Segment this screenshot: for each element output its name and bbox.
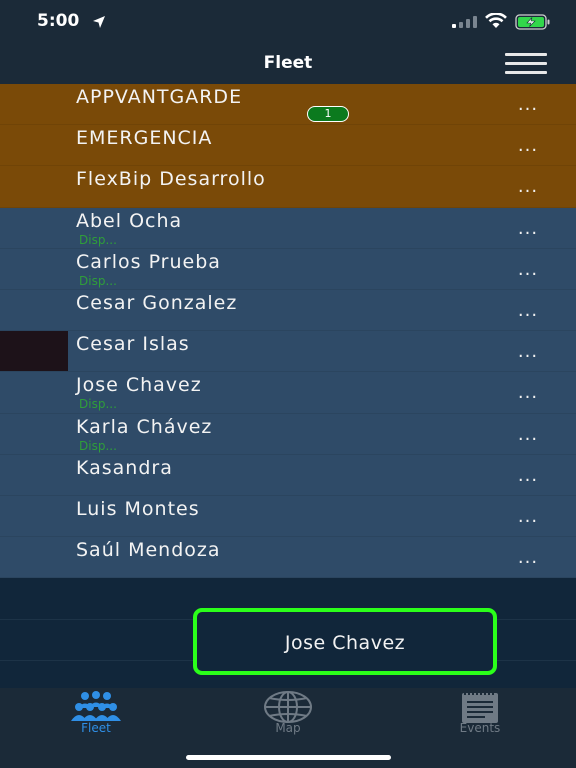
- tab-label-map: Map: [275, 721, 301, 735]
- unit-name: Jose Chavez: [76, 374, 202, 397]
- more-options-button[interactable]: ...: [512, 506, 544, 532]
- home-indicator: [186, 755, 391, 760]
- location-arrow-icon: [93, 16, 105, 28]
- unit-row[interactable]: Abel Ocha Disp... ...: [0, 207, 576, 249]
- unit-row[interactable]: Saúl Mendoza ...: [0, 537, 576, 579]
- unit-row[interactable]: Karla Chávez Disp... ...: [0, 413, 576, 455]
- unit-row[interactable]: Cesar Gonzalez ...: [0, 289, 576, 332]
- selected-unit-label: Jose Chavez: [284, 632, 406, 654]
- unit-status: Disp...: [79, 438, 117, 453]
- unit-name: Luis Montes: [76, 497, 200, 520]
- status-bar: 5:00: [0, 0, 576, 44]
- more-options-button[interactable]: ...: [512, 94, 544, 120]
- unit-row[interactable]: Jose Chavez Disp... ...: [0, 372, 576, 414]
- more-options-button[interactable]: ...: [512, 382, 544, 408]
- wifi-icon: [485, 13, 507, 28]
- group-name: EMERGENCIA: [76, 127, 213, 150]
- status-time: 5:00: [37, 11, 80, 31]
- nav-bar: Fleet: [0, 44, 576, 84]
- fleet-list: APPVANTGARDE 1 ... EMERGENCIA ... FlexBi…: [0, 84, 576, 579]
- battery-charging-icon: [515, 14, 550, 30]
- more-options-button[interactable]: ...: [512, 424, 544, 450]
- unit-status: Disp...: [79, 397, 117, 412]
- unit-row[interactable]: Cesar Islas ...: [0, 331, 576, 373]
- more-options-button[interactable]: ...: [512, 135, 544, 161]
- unit-status: Disp...: [79, 232, 117, 247]
- unit-name: Karla Chávez: [76, 415, 213, 438]
- unit-row[interactable]: Luis Montes ...: [0, 495, 576, 538]
- unit-name: Abel Ocha: [76, 209, 183, 232]
- unit-row[interactable]: Kasandra ...: [0, 454, 576, 496]
- group-row[interactable]: APPVANTGARDE 1 ...: [0, 84, 576, 126]
- tab-map[interactable]: Map: [192, 688, 384, 744]
- group-row[interactable]: EMERGENCIA ...: [0, 125, 576, 167]
- more-options-button[interactable]: ...: [512, 259, 544, 285]
- unit-thumbnail: [0, 331, 68, 372]
- group-name: FlexBip Desarrollo: [76, 168, 266, 191]
- tab-label-events: Events: [459, 721, 501, 735]
- unit-name: Kasandra: [76, 456, 173, 479]
- more-options-button[interactable]: ...: [512, 465, 544, 491]
- more-options-button[interactable]: ...: [512, 218, 544, 244]
- group-icon: [71, 691, 121, 721]
- more-options-button[interactable]: ...: [512, 300, 544, 326]
- selected-unit-button[interactable]: Jose Chavez: [193, 608, 497, 675]
- unit-name: Cesar Islas: [76, 333, 190, 356]
- unit-name: Saúl Mendoza: [76, 539, 221, 562]
- hamburger-menu-icon[interactable]: [505, 52, 549, 76]
- page-title: Fleet: [263, 53, 313, 73]
- more-options-button[interactable]: ...: [512, 547, 544, 573]
- more-options-button[interactable]: ...: [512, 341, 544, 367]
- unit-status: Disp...: [79, 273, 117, 288]
- unit-name: Carlos Prueba: [76, 250, 221, 273]
- group-row[interactable]: FlexBip Desarrollo ...: [0, 166, 576, 208]
- cellular-signal-icon: [452, 16, 477, 28]
- tab-events[interactable]: Events: [384, 688, 576, 744]
- unit-name: Cesar Gonzalez: [76, 291, 238, 314]
- notepad-icon: [462, 691, 498, 723]
- unit-row[interactable]: Carlos Prueba Disp... ...: [0, 248, 576, 290]
- unit-count-badge: 1: [307, 106, 349, 122]
- group-name: APPVANTGARDE: [76, 86, 243, 108]
- more-options-button[interactable]: ...: [512, 176, 544, 202]
- globe-icon: [264, 691, 312, 723]
- tab-fleet[interactable]: Fleet: [0, 688, 192, 744]
- tab-label-fleet: Fleet: [81, 721, 111, 735]
